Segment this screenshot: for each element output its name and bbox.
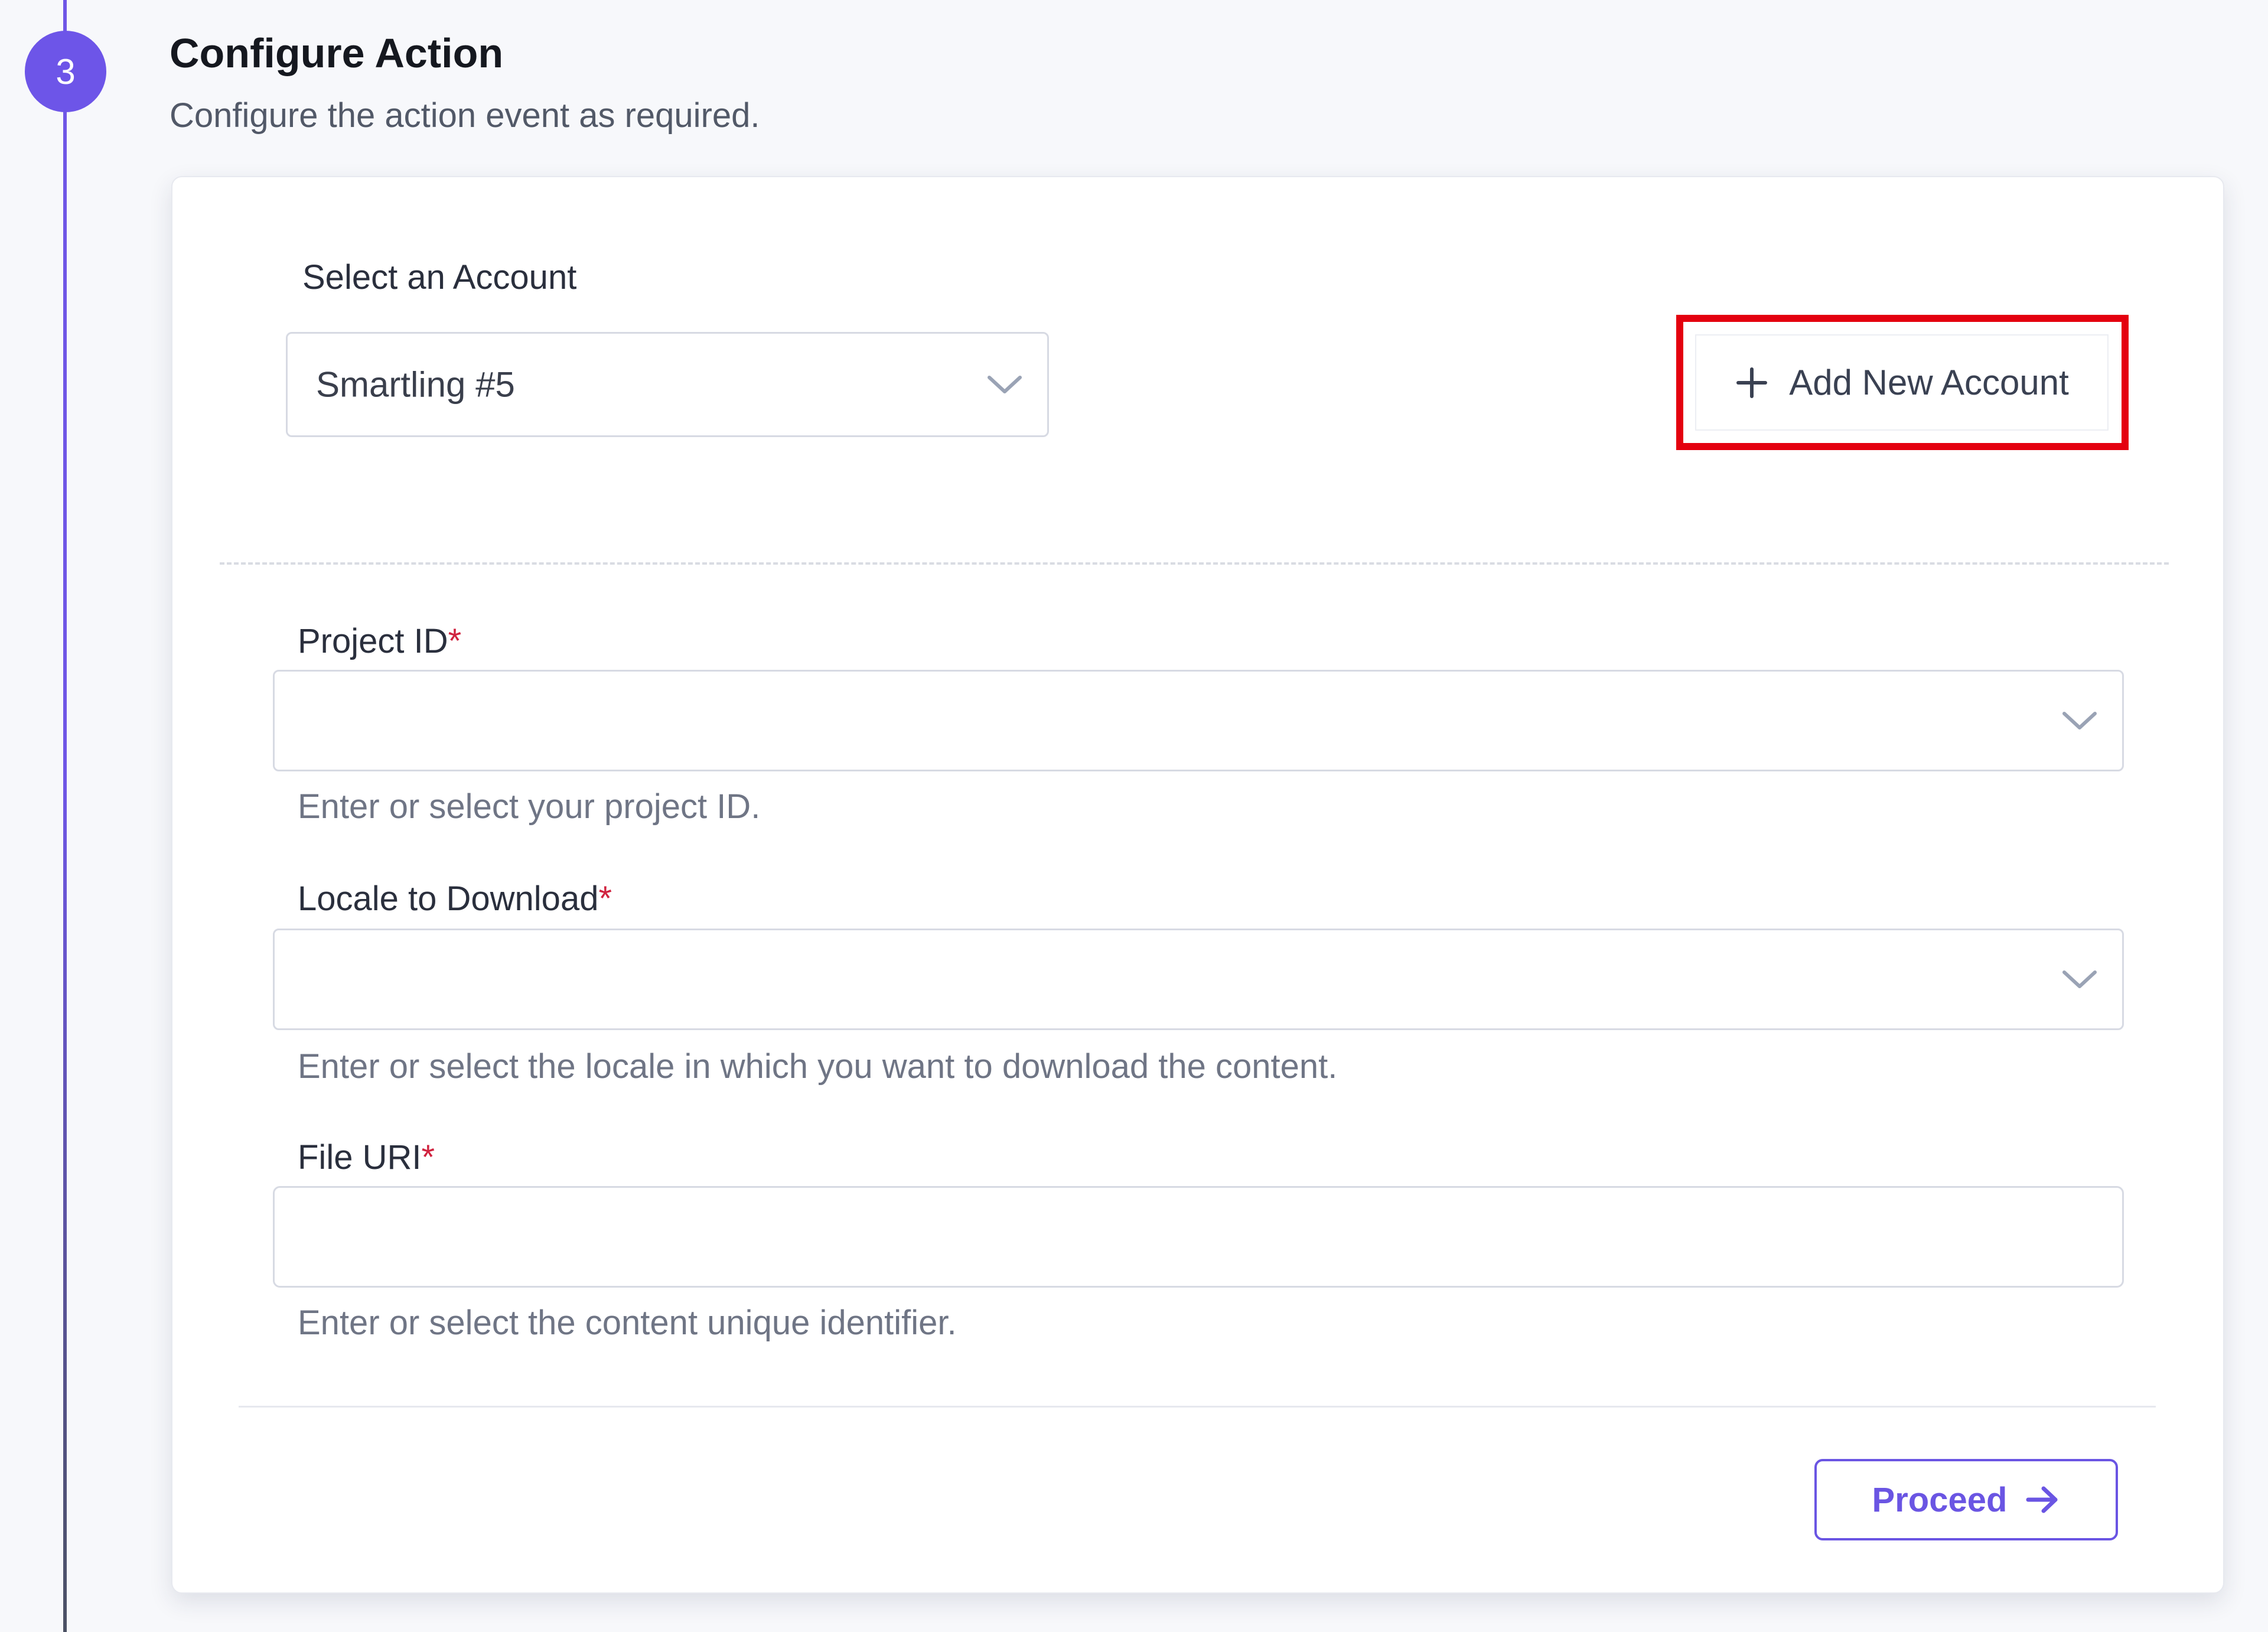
chevron-down-icon bbox=[2062, 970, 2097, 988]
file-uri-help: Enter or select the content unique ident… bbox=[298, 1304, 957, 1342]
locale-label: Locale to Download* bbox=[298, 879, 612, 918]
locale-select[interactable] bbox=[273, 929, 2124, 1030]
locale-help: Enter or select the locale in which you … bbox=[298, 1047, 1338, 1086]
section-subtitle: Configure the action event as required. bbox=[170, 96, 760, 135]
required-mark: * bbox=[421, 1138, 435, 1177]
file-uri-label: File URI* bbox=[298, 1138, 435, 1177]
configure-action-page: 3 Configure Action Configure the action … bbox=[0, 0, 2268, 1632]
step-number-badge: 3 bbox=[25, 31, 106, 112]
chevron-down-icon bbox=[2062, 712, 2097, 729]
chevron-down-icon bbox=[988, 376, 1022, 393]
project-id-label: Project ID* bbox=[298, 621, 461, 661]
required-mark: * bbox=[598, 879, 612, 918]
plus-icon bbox=[1736, 367, 1768, 398]
section-divider bbox=[220, 562, 2169, 565]
account-label: Select an Account bbox=[302, 258, 577, 297]
add-new-account-button[interactable]: Add New Account bbox=[1695, 334, 2109, 431]
project-id-label-text: Project ID bbox=[298, 622, 448, 660]
step-rail bbox=[63, 0, 67, 1632]
file-uri-label-text: File URI bbox=[298, 1138, 422, 1177]
proceed-label: Proceed bbox=[1872, 1480, 2008, 1519]
add-new-account-label: Add New Account bbox=[1789, 363, 2069, 402]
proceed-button[interactable]: Proceed bbox=[1814, 1459, 2118, 1540]
project-id-help: Enter or select your project ID. bbox=[298, 787, 761, 826]
footer-divider bbox=[239, 1406, 2156, 1408]
project-id-select[interactable] bbox=[273, 670, 2124, 771]
file-uri-input[interactable] bbox=[273, 1186, 2124, 1288]
account-select[interactable]: Smartling #5 bbox=[286, 332, 1049, 437]
locale-label-text: Locale to Download bbox=[298, 879, 599, 918]
section-title: Configure Action bbox=[170, 30, 504, 76]
account-selected-value: Smartling #5 bbox=[316, 364, 515, 405]
arrow-right-icon bbox=[2026, 1486, 2058, 1513]
required-mark: * bbox=[448, 622, 462, 660]
